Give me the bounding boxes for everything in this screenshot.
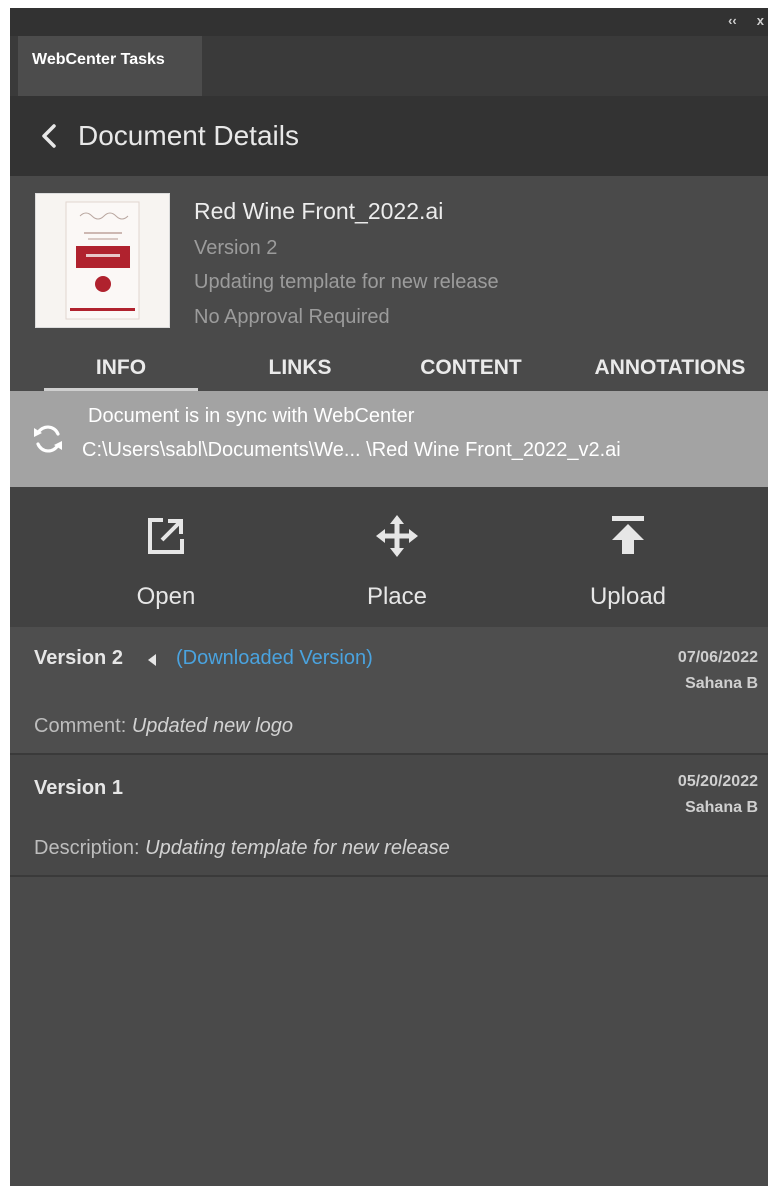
panel-controls: ‹‹ x — [728, 14, 764, 28]
sync-status-text: Document is in sync with WebCenter — [88, 405, 415, 427]
tab-annotations[interactable]: ANNOTATIONS — [578, 348, 762, 391]
version-name: Version 2 — [34, 647, 123, 669]
sync-icon[interactable] — [30, 421, 66, 457]
tab-content[interactable]: CONTENT — [400, 348, 542, 391]
caret-left-icon — [146, 653, 158, 667]
panel-tab-strip: WebCenter Tasks — [10, 36, 768, 96]
version-author: Sahana B — [685, 675, 758, 692]
place-label: Place — [366, 583, 428, 610]
document-description: Updating template for new release — [194, 271, 499, 293]
sync-status-bar: Document is in sync with WebCenter C:\Us… — [10, 391, 768, 487]
page-title: Document Details — [78, 120, 299, 151]
move-arrows-icon — [374, 513, 420, 559]
panel-title-bar: ‹‹ x — [10, 8, 768, 36]
document-version: Version 2 — [194, 237, 278, 259]
document-approval-status: No Approval Required — [194, 306, 390, 328]
version-date: 07/06/2022 — [677, 649, 758, 666]
document-actions: Open Place Upload — [10, 487, 768, 627]
tab-links[interactable]: LINKS — [230, 348, 370, 391]
upload-button[interactable]: Upload — [548, 487, 708, 627]
version-author: Sahana B — [685, 799, 758, 816]
open-external-icon — [143, 513, 189, 559]
local-file-path: C:\Users\sabl\Documents\We... \Red Wine … — [82, 439, 621, 461]
version-comment: Comment: Updated new logo — [34, 715, 293, 738]
version-row[interactable]: Version 2 (Downloaded Version) 07/06/202… — [10, 627, 768, 755]
panel-tab-webcenter-tasks[interactable]: WebCenter Tasks — [18, 36, 202, 96]
document-name: Red Wine Front_2022.ai — [194, 198, 444, 224]
document-details-header: Document Details — [10, 96, 768, 176]
upload-label: Upload — [589, 583, 667, 610]
open-button[interactable]: Open — [86, 487, 246, 627]
back-chevron-icon[interactable] — [38, 122, 66, 150]
webcenter-panel: ‹‹ x WebCenter Tasks Document Details Re… — [10, 8, 768, 1186]
version-name: Version 1 — [34, 777, 123, 799]
version-comment-label: Comment: — [34, 715, 132, 737]
detail-tabs: INFO LINKS CONTENT ANNOTATIONS — [10, 348, 768, 391]
tab-info[interactable]: INFO — [44, 348, 198, 391]
version-row[interactable]: Version 1 05/20/2022 Sahana B Descriptio… — [10, 755, 768, 877]
place-button[interactable]: Place — [317, 487, 477, 627]
upload-icon — [605, 513, 651, 559]
version-date: 05/20/2022 — [677, 773, 758, 790]
document-summary: Red Wine Front_2022.ai Version 2 Updatin… — [10, 176, 768, 391]
collapse-panel-icon[interactable]: ‹‹ — [728, 14, 737, 28]
document-thumbnail — [35, 193, 170, 328]
version-description-label: Description: — [34, 837, 146, 859]
downloaded-version-link[interactable]: (Downloaded Version) — [176, 647, 373, 670]
version-description-value: Updating template for new release — [145, 837, 450, 859]
version-history: Version 2 (Downloaded Version) 07/06/202… — [10, 627, 768, 877]
close-panel-icon[interactable]: x — [757, 14, 764, 28]
version-description: Description: Updating template for new r… — [34, 837, 450, 860]
open-label: Open — [136, 583, 196, 610]
version-comment-value: Updated new logo — [131, 715, 294, 737]
